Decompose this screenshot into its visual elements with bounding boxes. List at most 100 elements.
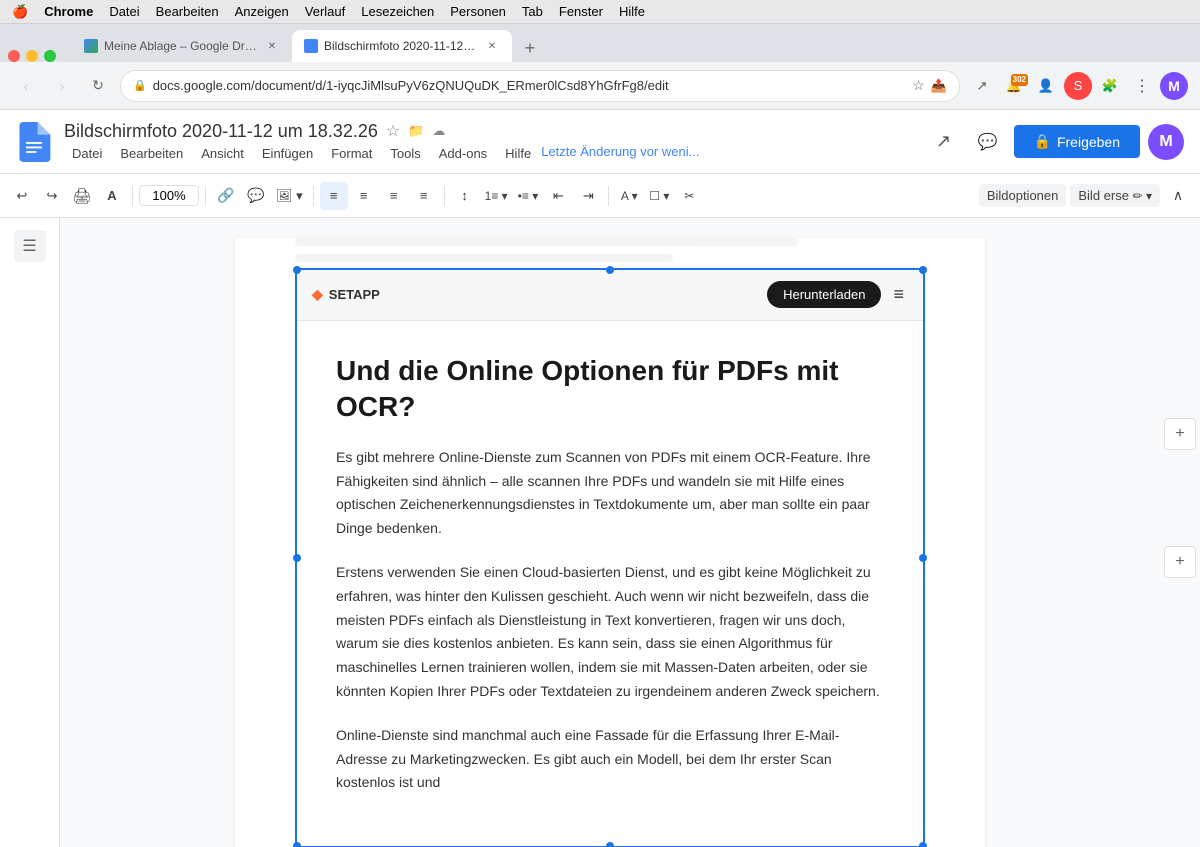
new-tab-btn[interactable]: + (516, 34, 544, 62)
setapp-menu-icon[interactable]: ≡ (889, 284, 908, 305)
maximize-window-btn[interactable] (44, 50, 56, 62)
chrome-addressbar: ‹ › ↻ 🔒 docs.google.com/document/d/1-iyq… (0, 62, 1200, 110)
edit-icon: ✏ ▾ (1133, 189, 1152, 203)
highlight-color-btn[interactable]: A ▾ (615, 182, 643, 210)
menu-personen[interactable]: Personen (450, 4, 506, 19)
docs-menu-einfuegen[interactable]: Einfügen (254, 144, 321, 163)
profile-icon-btn[interactable]: 👤 (1032, 72, 1060, 100)
bookmark-star-icon[interactable]: ☆ (912, 77, 925, 94)
numbered-list-btn[interactable]: 1≡ ▾ (481, 182, 512, 210)
share-button[interactable]: 🔒 Freigeben (1014, 125, 1140, 158)
bildoptionen-btn[interactable]: Bildoptionen (979, 184, 1067, 207)
toolbar-divider-5 (608, 186, 609, 206)
minimize-window-btn[interactable] (26, 50, 38, 62)
comments-icon-btn[interactable]: 💬 (970, 124, 1006, 160)
outline-icon[interactable]: ☰ (14, 230, 46, 262)
image-container[interactable]: ◆ SETAPP Herunterladen ≡ Und die Online … (295, 268, 925, 847)
gdocs-top-actions: ↗ 💬 🔒 Freigeben M (926, 124, 1184, 160)
insert-image-btn[interactable]: 🖼 ▾ (272, 182, 307, 210)
zoom-selector[interactable]: 100% (139, 185, 199, 206)
docs-menu-datei[interactable]: Datei (64, 144, 110, 163)
article-paragraph-1: Es gibt mehrere Online-Dienste zum Scann… (336, 446, 884, 541)
lock-icon: 🔒 (133, 79, 147, 92)
add-comment-btn[interactable]: + (1164, 418, 1196, 450)
menu-lesezeichen[interactable]: Lesezeichen (361, 4, 434, 19)
align-justify-btn[interactable]: ≡ (410, 182, 438, 210)
docs-menu-bearbeiten[interactable]: Bearbeiten (112, 144, 191, 163)
crop-btn[interactable]: ✂ (675, 182, 703, 210)
paint-format-btn[interactable]: A (98, 182, 126, 210)
tab-drive-close[interactable]: ✕ (264, 38, 280, 54)
toolbar-divider-2 (205, 186, 206, 206)
redo-btn[interactable]: ↪ (38, 182, 66, 210)
bulleted-list-btn[interactable]: •≡ ▾ (514, 182, 543, 210)
menu-tab[interactable]: Tab (522, 4, 543, 19)
toolbar-divider-1 (132, 186, 133, 206)
gdocs-content[interactable]: ◆ SETAPP Herunterladen ≡ Und die Online … (60, 218, 1160, 847)
gdocs-main: ☰ (0, 218, 1200, 847)
docs-menu-addons[interactable]: Add-ons (431, 144, 495, 163)
menu-hilfe[interactable]: Hilfe (619, 4, 645, 19)
align-center-btn[interactable]: ≡ (350, 182, 378, 210)
menu-anzeigen[interactable]: Anzeigen (235, 4, 289, 19)
article-paragraph-2: Erstens verwenden Sie einen Cloud-basier… (336, 561, 884, 704)
gdocs-toolbar: ↩ ↪ 🖨 A 100% 🔗 💬 🖼 ▾ ≡ ≡ ≡ ≡ ↕ 1≡ ▾ •≡ ▾… (0, 174, 1200, 218)
more-options-icon-btn[interactable]: ⋮ (1128, 72, 1156, 100)
avatar-initial: M (1168, 78, 1180, 94)
menu-fenster[interactable]: Fenster (559, 4, 603, 19)
apple-menu-icon[interactable]: 🍎 (12, 4, 28, 20)
undo-btn[interactable]: ↩ (8, 182, 36, 210)
tab-docs-close[interactable]: ✕ (484, 38, 500, 54)
print-btn[interactable]: 🖨 (68, 182, 96, 210)
analytics-icon-btn[interactable]: ↗ (926, 124, 962, 160)
notification-icon-btn[interactable]: 🔔 302 (1000, 72, 1028, 100)
setapp-icon-btn[interactable]: S (1064, 72, 1092, 100)
url-text: docs.google.com/document/d/1-iyqcJiMlsuP… (153, 78, 907, 93)
trending-icon-btn[interactable]: ↗ (968, 72, 996, 100)
chrome-tabbar: Meine Ablage – Google Drive ✕ Bildschirm… (0, 24, 1200, 62)
cloud-icon[interactable]: ☁ (432, 123, 445, 139)
star-icon[interactable]: ☆ (386, 121, 400, 141)
gdocs-title-section: Bildschirmfoto 2020-11-12 um 18.32.26 ☆ … (64, 121, 914, 163)
chrome-user-avatar[interactable]: M (1160, 72, 1188, 100)
tab-docs[interactable]: Bildschirmfoto 2020-11-12 um... ✕ (292, 30, 512, 62)
gdocs-sidebar-left: ☰ (0, 218, 60, 847)
last-change-label[interactable]: Letzte Änderung vor weni... (541, 144, 699, 163)
docs-menu-format[interactable]: Format (323, 144, 380, 163)
extensions-icon-btn[interactable]: 🧩 (1096, 72, 1124, 100)
forward-btn[interactable]: › (48, 72, 76, 100)
expand-btn[interactable]: + (1164, 546, 1196, 578)
collapse-toolbar-btn[interactable]: ∧ (1164, 182, 1192, 210)
insert-link-btn[interactable]: 🔗 (212, 182, 240, 210)
gdocs-document-title: Bildschirmfoto 2020-11-12 um 18.32.26 (64, 121, 378, 142)
menu-verlauf[interactable]: Verlauf (305, 4, 345, 19)
address-bar[interactable]: 🔒 docs.google.com/document/d/1-iyqcJiMls… (120, 70, 960, 102)
increase-indent-btn[interactable]: ⇥ (574, 182, 602, 210)
border-color-btn[interactable]: ☐ ▾ (645, 182, 673, 210)
decrease-indent-btn[interactable]: ⇤ (544, 182, 572, 210)
setapp-download-btn[interactable]: Herunterladen (767, 281, 881, 308)
refresh-btn[interactable]: ↻ (84, 72, 112, 100)
bild-erse-btn[interactable]: Bild erse ✏ ▾ (1070, 184, 1160, 207)
bild-erse-label: Bild erse (1078, 188, 1129, 203)
close-window-btn[interactable] (8, 50, 20, 62)
docs-menu-tools[interactable]: Tools (382, 144, 428, 163)
setapp-diamond-icon: ◆ (312, 286, 323, 303)
back-btn[interactable]: ‹ (12, 72, 40, 100)
share-label: Freigeben (1057, 134, 1120, 150)
docs-menu-hilfe[interactable]: Hilfe (497, 144, 539, 163)
toolbar-divider-4 (444, 186, 445, 206)
menu-bearbeiten[interactable]: Bearbeiten (156, 4, 219, 19)
folder-icon[interactable]: 📁 (408, 123, 424, 139)
docs-menu-ansicht[interactable]: Ansicht (193, 144, 252, 163)
gdocs-user-avatar[interactable]: M (1148, 124, 1184, 160)
line-spacing-btn[interactable]: ↕ (451, 182, 479, 210)
menu-datei[interactable]: Datei (109, 4, 139, 19)
insert-comment-btn[interactable]: 💬 (242, 182, 270, 210)
send-to-devices-icon[interactable]: 📤 (931, 78, 947, 94)
toolbar-end: Bildoptionen Bild erse ✏ ▾ ∧ (979, 182, 1192, 210)
align-right-btn[interactable]: ≡ (380, 182, 408, 210)
article-paragraph-3: Online-Dienste sind manchmal auch eine F… (336, 724, 884, 795)
align-left-btn[interactable]: ≡ (320, 182, 348, 210)
tab-drive[interactable]: Meine Ablage – Google Drive ✕ (72, 30, 292, 62)
